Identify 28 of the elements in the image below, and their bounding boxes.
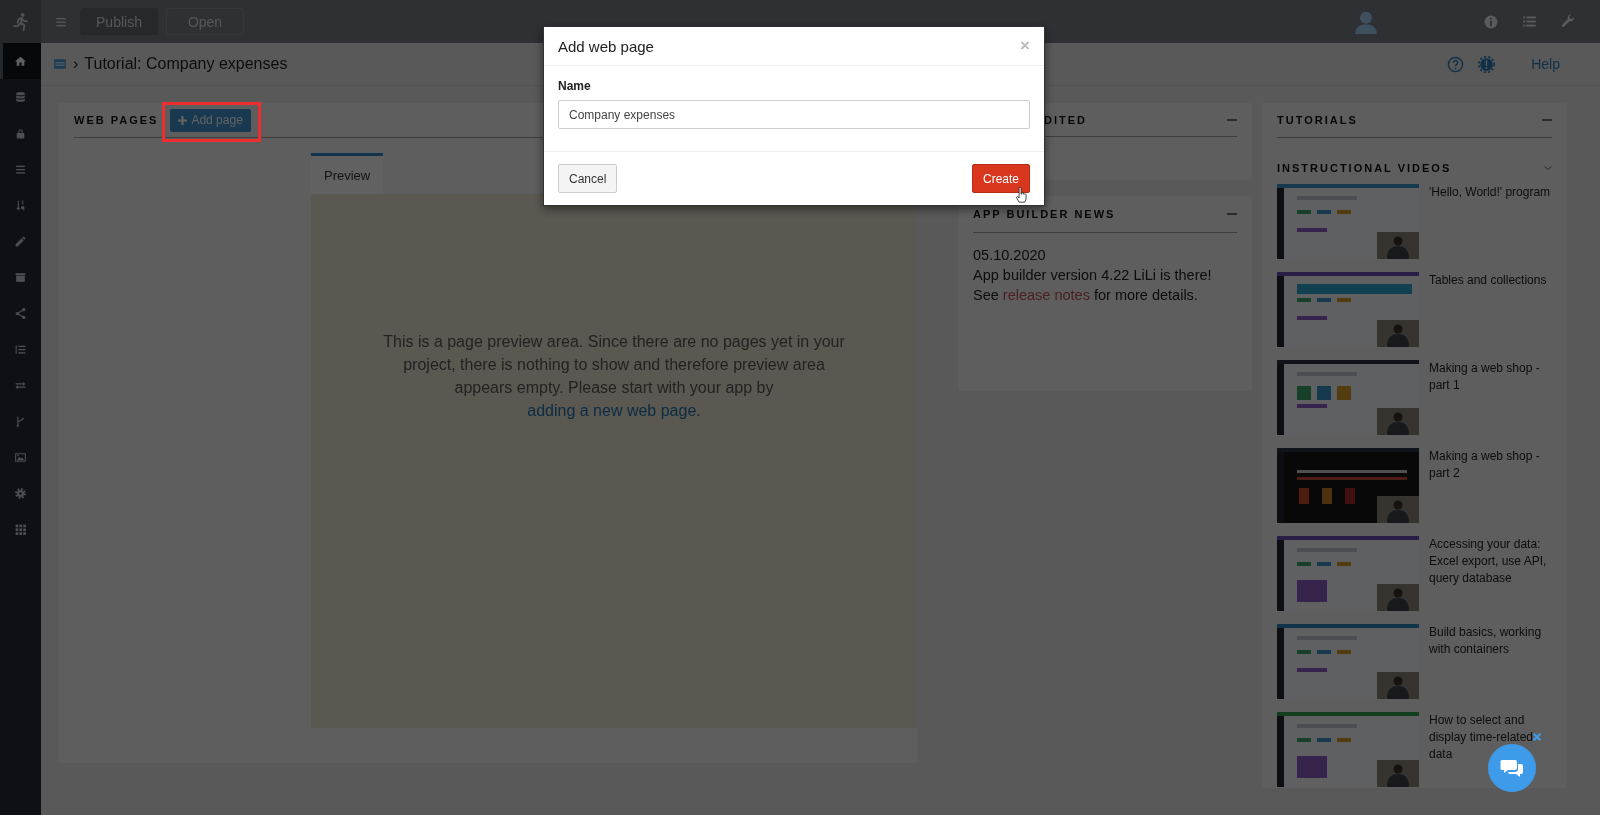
- section-title: APP BUILDER NEWS: [973, 208, 1116, 220]
- news-text: App builder version 4.22 LiLi is there!: [973, 266, 1213, 285]
- page-title: Tutorial: Company expenses: [84, 55, 288, 73]
- add-page-button[interactable]: Add page: [170, 108, 251, 132]
- subsection-title: INSTRUCTIONAL VIDEOS: [1277, 162, 1452, 174]
- video-title[interactable]: How to select and display time-related data: [1429, 712, 1552, 787]
- release-notes-link[interactable]: release notes: [1002, 287, 1090, 303]
- section-title: WEB PAGES: [74, 114, 159, 126]
- section-title: TUTORIALS: [1277, 114, 1358, 126]
- add-page-link[interactable]: adding a new web page: [527, 402, 697, 419]
- video-title[interactable]: 'Hello, World!' program: [1429, 184, 1552, 259]
- create-button[interactable]: Create: [971, 164, 1030, 193]
- close-button[interactable]: ×: [1020, 36, 1030, 56]
- help-link[interactable]: Help: [1531, 56, 1560, 72]
- video-title[interactable]: Making a web shop - part 2: [1429, 448, 1552, 523]
- breadcrumb-separator: ›: [73, 55, 79, 73]
- field-label: Name: [558, 79, 592, 93]
- dialog-title: Add web page: [558, 37, 655, 55]
- name-field[interactable]: Company expenses: [558, 100, 1030, 129]
- cancel-button[interactable]: Cancel: [558, 164, 618, 193]
- video-title[interactable]: Making a web shop - part 1: [1429, 360, 1552, 435]
- preview-message: This is a page preview area. Since there are no pages yet in your project, there is nothing to show and therefore preview area appears empty. Please start with your app by adding a new web page.: [382, 332, 846, 421]
- news-details: See release notes for more details.: [973, 286, 1199, 305]
- video-title[interactable]: Tables and collections: [1429, 272, 1552, 347]
- video-title[interactable]: Build basics, working with containers: [1429, 624, 1552, 699]
- news-date: 05.10.2020: [973, 246, 1047, 265]
- video-title[interactable]: Accessing your data: Excel export, use API, query database: [1429, 536, 1552, 611]
- section-title: DITED: [1044, 113, 1087, 126]
